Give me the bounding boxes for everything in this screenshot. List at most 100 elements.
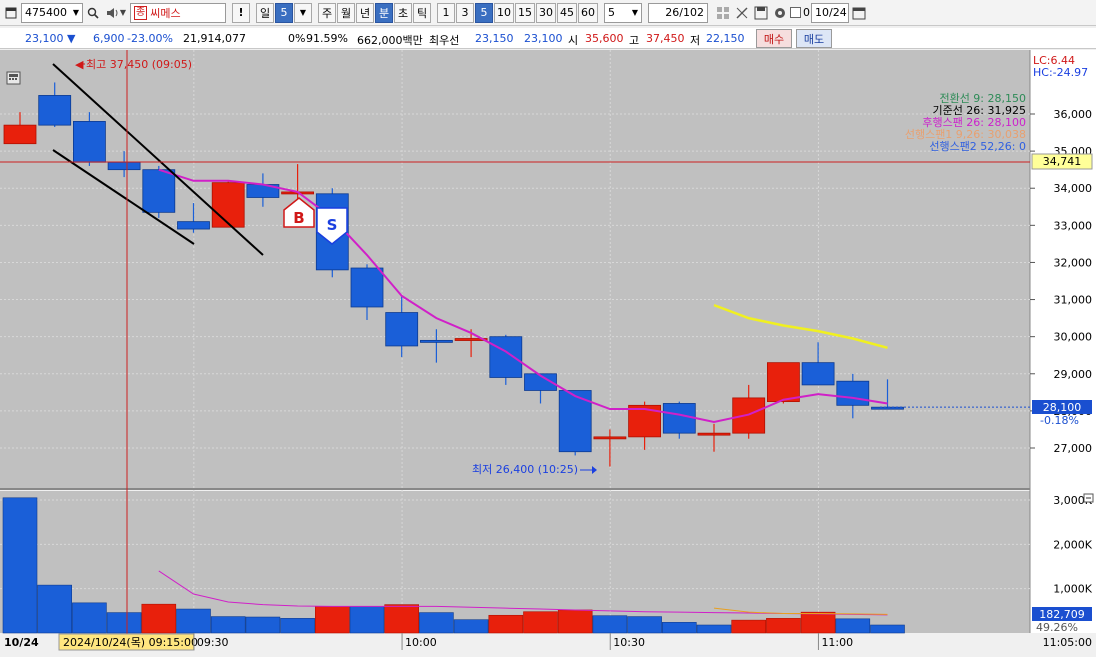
volume-bar (557, 609, 593, 634)
candle-body (871, 406, 904, 410)
minute-1[interactable]: 1 (437, 2, 455, 23)
count-select[interactable]: 5 ▼ (604, 2, 642, 23)
save-icon[interactable] (752, 3, 770, 23)
period-week[interactable]: 주 (318, 2, 336, 23)
candle[interactable] (662, 401, 696, 439)
period-minute[interactable]: 분 (375, 2, 393, 23)
best-ask: 23,150 (475, 32, 514, 45)
minute-30[interactable]: 30 (536, 2, 556, 23)
price-tick-label: 34,000 (1054, 182, 1093, 195)
minute-60[interactable]: 60 (578, 2, 598, 23)
open-label: 시 (568, 34, 579, 47)
period-day-button[interactable]: 일 (256, 2, 274, 23)
stock-code-value: 475400 (25, 6, 67, 19)
high-annotation: ◀ 최고 37,450 (09:05) (75, 58, 192, 71)
price-tick-label: 32,000 (1054, 256, 1093, 269)
volume-value: 21,914,077 (183, 32, 246, 45)
speaker-icon[interactable]: ▼ (103, 3, 129, 23)
candle-body (73, 121, 106, 163)
volume-bar (419, 612, 454, 634)
time-tick-label: 10:30 (613, 636, 645, 649)
date-label: 10/24 (4, 636, 39, 649)
price-tick-label: 33,000 (1054, 219, 1093, 232)
minute-5[interactable]: 5 (475, 2, 493, 23)
candle-body (697, 432, 731, 436)
time-tick-label: 11:05:00 (1043, 636, 1092, 649)
search-icon[interactable] (84, 3, 102, 23)
open-price: 35,600 (585, 32, 624, 45)
period-month[interactable]: 월 (337, 2, 355, 23)
checkbox-box[interactable] (790, 7, 801, 18)
high-price: 37,450 (646, 32, 685, 45)
calculator-icon[interactable] (6, 71, 21, 85)
toggle-checkbox[interactable]: 0 (790, 6, 810, 19)
period-dropdown[interactable]: ▼ (294, 2, 312, 23)
period-second[interactable]: 초 (394, 2, 412, 23)
minute-3[interactable]: 3 (456, 2, 474, 23)
volume-tick-label: 1,000K (1053, 583, 1092, 596)
toolbar: 475400 ▼ ▼ 종 씨메스 ! 일 5 ▼ 주 월 년 분 초 틱 1 3… (0, 0, 1096, 26)
draw-tool-icon[interactable] (733, 3, 751, 23)
change-rate: -23.00% (127, 32, 173, 45)
volume-bar (384, 604, 420, 634)
volume-bar (592, 615, 628, 634)
ratio-1: 0% (288, 32, 306, 45)
candle[interactable] (211, 180, 245, 228)
price-tick-label: 31,000 (1054, 294, 1093, 307)
low-label: 저 (690, 34, 701, 47)
price-chart[interactable]: ◀ 최고 37,450 (09:05) 최저 26,400 (10:25) B … (0, 50, 1096, 657)
volume-pct-label: 49.26% (1036, 621, 1078, 634)
candle-body (662, 403, 696, 434)
low-annotation-text: 최저 26,400 (10:25) (472, 463, 578, 476)
volume-bar (37, 584, 73, 634)
chevron-down-icon[interactable]: ▼ (73, 8, 79, 17)
candle-body (211, 182, 245, 228)
time-tick-label: 11:00 (821, 636, 853, 649)
calendar-icon[interactable] (850, 3, 868, 23)
chart-area[interactable]: ◀ 최고 37,450 (09:05) 최저 26,400 (10:25) B … (0, 50, 1096, 657)
candle-body (350, 267, 384, 308)
date-field[interactable]: 10/24 (811, 2, 849, 23)
trade-amount: 662,000백만 (357, 34, 423, 47)
legend-leading-span-2: 선행스팬2 52,26: 0 (929, 140, 1026, 153)
volume-bar (280, 618, 315, 634)
candle-body (107, 161, 141, 171)
volume-bar (2, 497, 38, 634)
volume-bar (245, 616, 281, 634)
volume-close-icon[interactable] (1083, 493, 1094, 503)
hts-chart-window: 475400 ▼ ▼ 종 씨메스 ! 일 5 ▼ 주 월 년 분 초 틱 1 3… (0, 0, 1096, 657)
volume-bar (696, 624, 732, 634)
alert-button[interactable]: ! (232, 2, 250, 23)
gear-icon[interactable] (771, 3, 789, 23)
volume-bar (453, 619, 489, 634)
buy-button[interactable]: 매수 (756, 29, 792, 48)
current-price: 23,100 ▼ (25, 32, 76, 45)
grid-icon[interactable] (714, 3, 732, 23)
price-panel[interactable] (0, 50, 1030, 488)
volume-bar (176, 608, 211, 634)
time-tick-label: 09:30 (197, 636, 229, 649)
stock-name-field[interactable]: 종 씨메스 (130, 2, 226, 23)
reference-price-tag: 34,741 (1031, 153, 1093, 170)
minute-15[interactable]: 15 (515, 2, 535, 23)
volume-bar (766, 618, 801, 634)
chevron-down-icon[interactable]: ▼ (632, 8, 638, 17)
candle-body (385, 312, 419, 347)
price-tick-label: 30,000 (1054, 331, 1093, 344)
volume-tick-label: 2,000K (1053, 538, 1092, 551)
stock-code-input[interactable]: 475400 ▼ (21, 2, 83, 23)
candle-body (177, 221, 210, 230)
volume-bar (661, 622, 697, 634)
sell-button[interactable]: 매도 (796, 29, 832, 48)
volume-bar (488, 614, 524, 634)
price-tick-label: 29,000 (1054, 368, 1093, 381)
period-number[interactable]: 5 (275, 2, 293, 23)
minute-10[interactable]: 10 (494, 2, 514, 23)
minute-45[interactable]: 45 (557, 2, 577, 23)
window-menu-icon[interactable] (2, 3, 20, 23)
period-year[interactable]: 년 (356, 2, 374, 23)
period-tick[interactable]: 틱 (413, 2, 431, 23)
high-label: 고 (629, 34, 640, 47)
checkbox-label: 0 (803, 6, 810, 19)
page-counter[interactable]: 26/102 (648, 2, 708, 23)
